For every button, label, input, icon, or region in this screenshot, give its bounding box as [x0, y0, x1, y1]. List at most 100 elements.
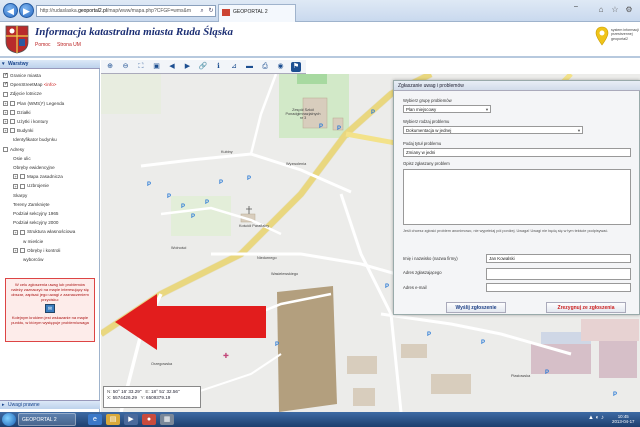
- pan-left-icon[interactable]: ◀: [167, 62, 177, 72]
- layer-item[interactable]: + Budynki: [3, 127, 33, 135]
- layer-item[interactable]: + Uzbrojenie: [13, 182, 49, 190]
- expand-icon[interactable]: +: [13, 174, 18, 180]
- system-tray[interactable]: ▲ ◐ ♪: [588, 415, 604, 421]
- taskbar-window-button[interactable]: GEOPORTAL 2: [18, 413, 76, 426]
- ie-icon[interactable]: e: [88, 414, 102, 425]
- back-button[interactable]: ◀: [3, 3, 18, 18]
- name-input[interactable]: Jan Kowalski: [486, 254, 631, 263]
- layer-label: wyborców: [23, 257, 44, 262]
- parking-icon: P: [191, 214, 196, 220]
- email-input[interactable]: [486, 283, 631, 292]
- zoom-out-icon[interactable]: ⊖: [121, 62, 131, 72]
- layer-checkbox[interactable]: [20, 183, 25, 189]
- report-problem-icon[interactable]: ⚑: [291, 62, 301, 72]
- layer-label: Zdjęcie lotnicze: [10, 91, 42, 97]
- layer-item[interactable]: + Obręby i kontroli: [13, 247, 60, 255]
- layer-checkbox[interactable]: [20, 248, 25, 254]
- clock[interactable]: 10:45 2013-04-17: [612, 414, 634, 424]
- expand-icon[interactable]: +: [3, 110, 8, 116]
- map-label-kubiny: Kubiny: [221, 150, 233, 154]
- media-icon[interactable]: ▶: [124, 414, 138, 425]
- layer-item[interactable]: OpenStreetMap <info>: [3, 80, 57, 89]
- parking-icon: P: [167, 194, 172, 200]
- description-textarea[interactable]: [403, 169, 631, 225]
- parking-icon: P: [247, 176, 252, 182]
- report-problem-icon[interactable]: ✉: [45, 304, 55, 313]
- layer-checkbox[interactable]: [10, 128, 15, 134]
- address-input[interactable]: [486, 268, 631, 280]
- layer-item[interactable]: + Plan (WMS)*) Legenda: [3, 100, 64, 108]
- layer-item[interactable]: Adresy: [3, 146, 24, 154]
- dialog-title[interactable]: Zgłaszanie uwag i problemów: [394, 81, 640, 91]
- zoom-in-icon[interactable]: ⊕: [105, 62, 115, 72]
- start-button[interactable]: [2, 413, 16, 426]
- zoom-extent-icon[interactable]: ⛶: [136, 62, 146, 72]
- minimize-button[interactable]: –: [566, 0, 586, 14]
- layer-item[interactable]: + Struktura własnościowa: [13, 228, 75, 236]
- layer-checkbox[interactable]: [3, 71, 8, 79]
- send-button[interactable]: Wyślij zgłoszenie: [446, 302, 506, 313]
- expand-icon[interactable]: +: [13, 229, 18, 235]
- app-icon[interactable]: ▦: [160, 414, 174, 425]
- print-icon[interactable]: ⎙: [260, 62, 270, 72]
- layer-item[interactable]: Podział sekcyjny 1965: [13, 210, 58, 218]
- layer-item[interactable]: Obręby ewidencyjne: [13, 164, 55, 172]
- search-icon[interactable]: ⌕: [198, 5, 206, 17]
- type-select[interactable]: Dokumentacja w jednej ▼: [403, 126, 583, 134]
- layer-item[interactable]: Skarpy: [13, 192, 27, 200]
- chrome-icon[interactable]: ●: [142, 414, 156, 425]
- layer-item[interactable]: w mieście: [23, 238, 43, 246]
- layer-label: Osie ulic: [13, 155, 31, 161]
- layer-checkbox[interactable]: [3, 91, 8, 97]
- expand-icon[interactable]: +: [3, 128, 8, 134]
- layer-item[interactable]: + Działki: [3, 109, 31, 117]
- layer-item[interactable]: Zdjęcie lotnicze: [3, 90, 42, 98]
- group-select[interactable]: Plan miejscowy ▼: [403, 105, 491, 113]
- legal-remarks-header[interactable]: ▸ Uwagi prawne: [0, 400, 100, 409]
- layer-checkbox[interactable]: [3, 80, 8, 88]
- city-website-link[interactable]: Strona UM: [57, 42, 81, 48]
- layer-checkbox[interactable]: [10, 100, 15, 106]
- layer-item[interactable]: + Mapa zasadnicza: [13, 173, 63, 181]
- group-label: Wybierz grupę problemów: [403, 98, 452, 103]
- parking-icon: P: [481, 340, 486, 346]
- zoom-box-icon[interactable]: ▣: [152, 62, 162, 72]
- layer-item[interactable]: Granice miasta: [3, 71, 41, 80]
- layer-item[interactable]: Osie ulic: [13, 155, 31, 163]
- settings-gear-icon[interactable]: ⚙: [624, 5, 634, 15]
- measure-icon[interactable]: ⊿: [229, 62, 239, 72]
- cancel-button[interactable]: Zrezygnuj ze zgłoszenia: [546, 302, 626, 313]
- favorites-icon[interactable]: ☆: [610, 5, 620, 15]
- refresh-icon[interactable]: ↻: [207, 5, 215, 17]
- layer-checkbox[interactable]: [20, 174, 25, 180]
- link-icon[interactable]: 🔗: [198, 62, 208, 72]
- info-icon[interactable]: ℹ: [214, 62, 224, 72]
- collapse-icon[interactable]: ▾: [2, 60, 5, 69]
- layer-item[interactable]: + Użytki i kontury: [3, 118, 48, 126]
- home-icon[interactable]: ⌂: [596, 5, 606, 15]
- expand-icon[interactable]: +: [13, 183, 18, 189]
- address-bar[interactable]: http://rudaslaska.geoportal2.pl/map/www/…: [36, 5, 216, 17]
- layer-checkbox[interactable]: [10, 119, 15, 125]
- explorer-folder-icon[interactable]: ▤: [106, 414, 120, 425]
- layer-item[interactable]: Tereny Zamknięte: [13, 201, 50, 209]
- layer-checkbox[interactable]: [3, 146, 8, 152]
- expand-icon[interactable]: +: [3, 100, 8, 106]
- layer-info-link[interactable]: <info>: [42, 82, 57, 87]
- forward-button[interactable]: ▶: [19, 3, 34, 18]
- layer-checkbox[interactable]: [10, 110, 15, 116]
- pan-right-icon[interactable]: ▶: [183, 62, 193, 72]
- layer-checkbox[interactable]: [20, 229, 25, 235]
- layer-item[interactable]: wyborców: [23, 256, 43, 264]
- browser-tab[interactable]: GEOPORTAL 2: [218, 4, 296, 22]
- layer-item[interactable]: Identyfikator budynku: [13, 136, 57, 144]
- ruler-icon[interactable]: ▬: [245, 62, 255, 72]
- expand-icon[interactable]: +: [13, 248, 18, 254]
- layers-panel-header[interactable]: ▾ Warstwy: [0, 60, 100, 69]
- subject-input[interactable]: Zmiany w jedni: [403, 148, 631, 157]
- expand-icon[interactable]: ▸: [2, 401, 5, 410]
- camera-icon[interactable]: ◉: [276, 62, 286, 72]
- help-link[interactable]: Pomoc: [35, 42, 51, 48]
- expand-icon[interactable]: +: [3, 119, 8, 125]
- layer-item[interactable]: Podział sekcyjny 2000: [13, 219, 58, 227]
